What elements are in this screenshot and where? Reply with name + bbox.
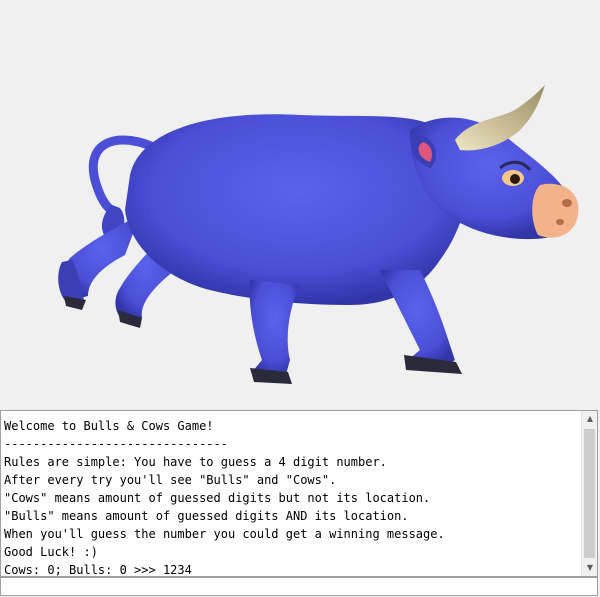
console-line: "Bulls" means amount of guessed digits A… <box>4 509 409 523</box>
scroll-up-arrow-icon[interactable]: ▲ <box>582 411 598 427</box>
bull-image <box>58 85 579 384</box>
game-console: Welcome to Bulls & Cows Game! ----------… <box>0 410 598 577</box>
guess-input[interactable] <box>0 577 598 596</box>
vertical-scrollbar[interactable]: ▲ ▼ <box>581 411 597 576</box>
console-line: When you'll guess the number you could g… <box>4 527 445 541</box>
console-line: ------------------------------- <box>4 437 228 451</box>
console-line: After every try you'll see "Bulls" and "… <box>4 473 337 487</box>
console-line: Good Luck! :) <box>4 545 98 559</box>
scroll-down-arrow-icon[interactable]: ▼ <box>582 560 598 576</box>
console-line: Cows: 0; Bulls: 0 >>> 1234 <box>4 563 192 576</box>
console-output: Welcome to Bulls & Cows Game! ----------… <box>4 417 579 576</box>
console-line: Welcome to Bulls & Cows Game! <box>4 419 214 433</box>
bull-illustration <box>0 0 600 410</box>
console-line: "Cows" means amount of guessed digits bu… <box>4 491 431 505</box>
console-line: Rules are simple: You have to guess a 4 … <box>4 455 387 469</box>
scrollbar-thumb[interactable] <box>584 429 595 558</box>
